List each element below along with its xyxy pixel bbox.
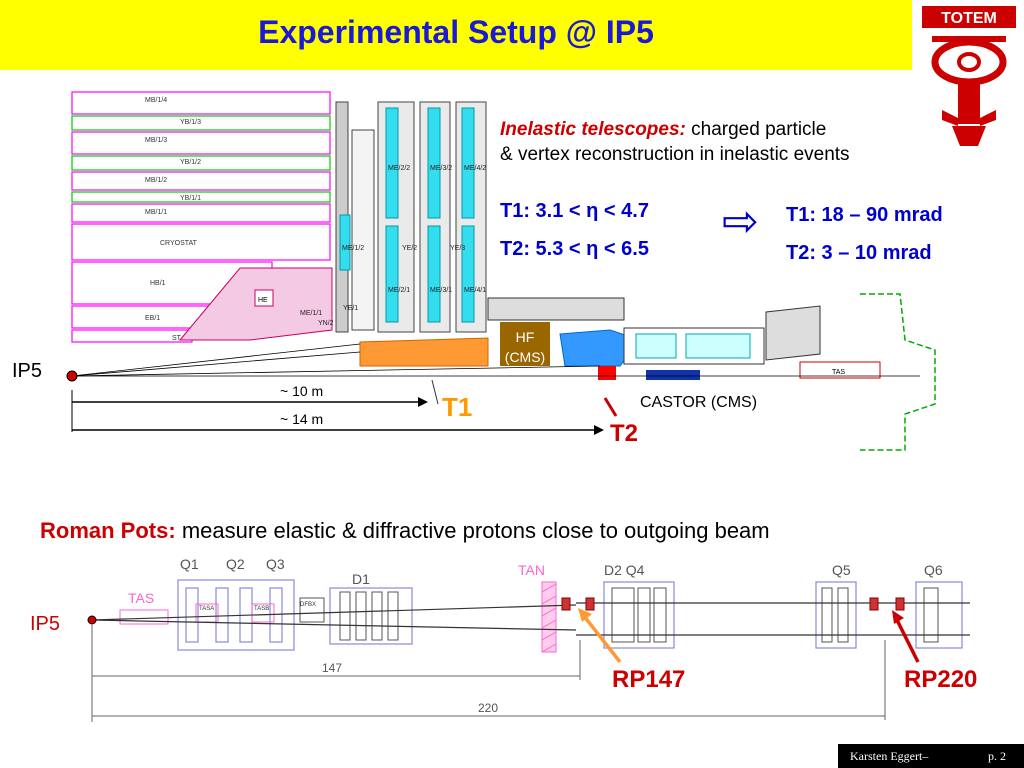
hf-label-1: HF <box>516 329 535 345</box>
footer-author: Karsten Eggert– <box>850 749 929 763</box>
ip5-label-bottom: IP5 <box>30 613 61 635</box>
tan-absorber <box>541 581 557 653</box>
label-ye3: YE/3 <box>450 245 465 252</box>
tunnel-outline <box>860 293 936 451</box>
label-tan: TAN <box>518 562 545 578</box>
label-tas: TAS <box>832 369 845 376</box>
rp147-label: RP147 <box>612 666 686 693</box>
roman-pot-stations <box>561 597 905 611</box>
label-q3: Q3 <box>266 556 285 572</box>
label-he: HE <box>258 297 268 304</box>
implies-arrow-icon: ⇨ <box>722 197 759 246</box>
beamline-diagram: Q1 Q2 Q3 D1 TAN D2 Q4 Q5 Q6 TAS TASA TAS… <box>87 556 970 722</box>
ip5-dot <box>66 370 78 382</box>
dist-10m: ~ 10 m <box>280 383 323 399</box>
footer-page: p. 2 <box>988 749 1006 763</box>
label-d1: D1 <box>352 571 370 587</box>
label-mb14: MB/1/4 <box>145 97 167 104</box>
inelastic-telescopes-text: Inelastic telescopes: charged particle &… <box>500 119 850 165</box>
label-mb11: MB/1/1 <box>145 209 167 216</box>
label-tas: TAS <box>128 590 154 606</box>
page-title: Experimental Setup @ IP5 <box>258 14 654 50</box>
castor-label: CASTOR (CMS) <box>640 394 758 411</box>
roman-pots-heading: Roman Pots: measure elastic & diffractiv… <box>40 518 770 543</box>
label-yb12: YB/1/2 <box>180 159 201 166</box>
rp220-label: RP220 <box>904 666 978 693</box>
label-me22: ME/2/2 <box>388 165 410 172</box>
label-eb1: EB/1 <box>145 315 160 322</box>
label-yb13: YB/1/3 <box>180 119 201 126</box>
label-yb11: YB/1/1 <box>180 195 201 202</box>
label-me12: ME/1/2 <box>342 245 364 252</box>
dist-147: 147 <box>322 661 342 675</box>
label-d2q4: D2 Q4 <box>604 562 645 578</box>
hf-label-2: (CMS) <box>505 349 545 365</box>
magnets <box>177 579 963 651</box>
label-me42: ME/4/2 <box>464 165 486 172</box>
label-q5: Q5 <box>832 562 851 578</box>
dist-14m: ~ 14 m <box>280 411 323 427</box>
label-q1: Q1 <box>180 556 199 572</box>
label-me41: ME/4/1 <box>464 287 486 294</box>
forward-shield <box>487 297 625 321</box>
t2-label: T2 <box>610 420 639 447</box>
t2-mrad-range: T2: 3 – 10 mrad <box>786 242 932 264</box>
ip5-dot-bottom <box>87 615 97 625</box>
dist-220: 220 <box>478 701 498 715</box>
label-q2: Q2 <box>226 556 245 572</box>
label-tasa: TASA <box>199 606 214 612</box>
label-ye2: YE/2 <box>402 245 417 252</box>
label-mb12: MB/1/2 <box>145 177 167 184</box>
label-me21: ME/2/1 <box>388 287 410 294</box>
label-me32: ME/3/2 <box>430 165 452 172</box>
t1-label: T1 <box>442 392 473 422</box>
ip5-label-top: IP5 <box>12 360 43 382</box>
t2-detector <box>598 366 616 380</box>
label-me31: ME/3/1 <box>430 287 452 294</box>
logo-text: TOTEM <box>941 10 997 27</box>
label-me11: ME/1/1 <box>300 310 322 317</box>
label-st: ST <box>172 335 182 342</box>
t1-detector <box>359 337 489 367</box>
label-hb1: HB/1 <box>150 280 166 287</box>
label-dfbx: DFBX <box>300 602 316 608</box>
footer-bar: Karsten Eggert– p. 2 <box>838 744 1024 768</box>
label-cryostat: CRYOSTAT <box>160 240 198 247</box>
label-ye1: YE/1 <box>343 305 358 312</box>
label-tasb: TASB <box>254 606 269 612</box>
label-mb13: MB/1/3 <box>145 137 167 144</box>
label-q6: Q6 <box>924 562 943 578</box>
t1-eta-range: T1: 3.1 < η < 4.7 <box>500 200 649 222</box>
t1-mrad-range: T1: 18 – 90 mrad <box>786 204 943 226</box>
t2-eta-range: T2: 5.3 < η < 6.5 <box>500 238 649 260</box>
label-yn2: YN/2 <box>318 320 334 327</box>
